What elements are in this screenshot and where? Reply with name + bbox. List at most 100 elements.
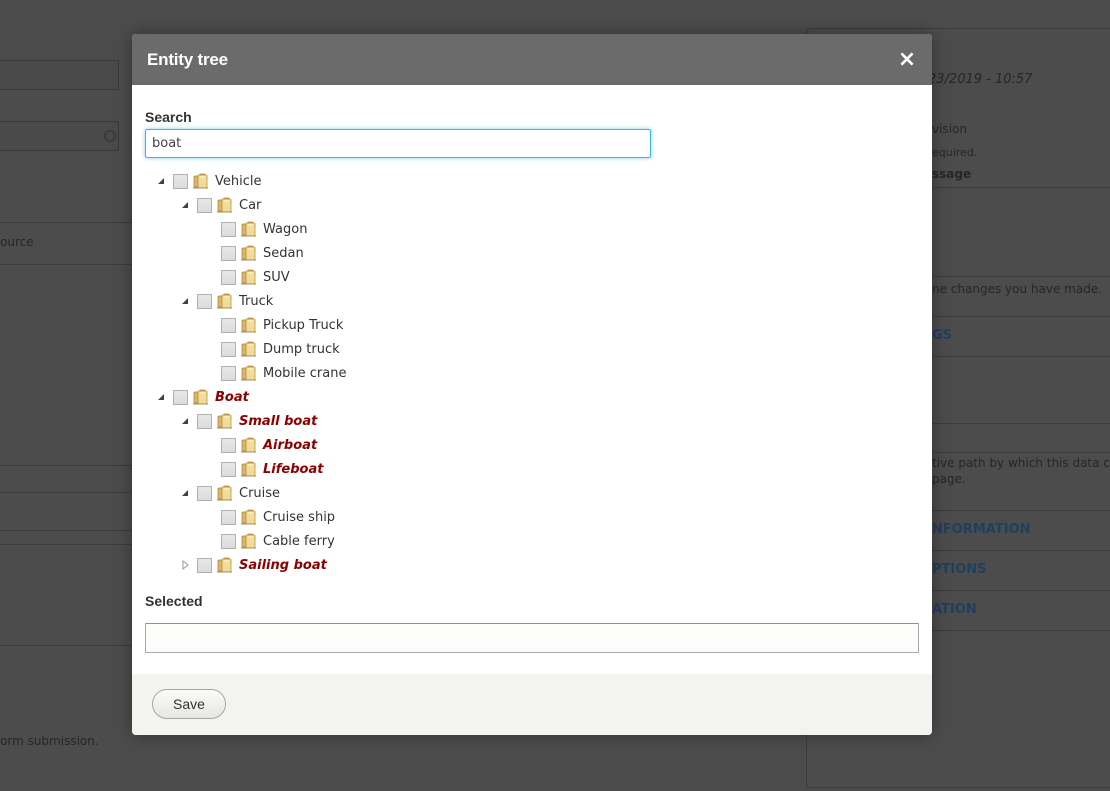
close-button[interactable]: × bbox=[897, 46, 917, 72]
bg-text-field bbox=[0, 60, 119, 90]
toggle-spacer bbox=[197, 241, 221, 265]
dialog-footer: Save bbox=[132, 674, 932, 735]
tree-node-label[interactable]: SUV bbox=[262, 269, 291, 286]
toggle-spacer bbox=[197, 337, 221, 361]
dialog-titlebar: Entity tree × bbox=[132, 34, 932, 85]
save-button[interactable]: Save bbox=[152, 689, 226, 719]
tree-node-checkbox[interactable] bbox=[221, 437, 236, 453]
bg-text-form-submission: orm submission. bbox=[0, 734, 99, 748]
tree-node: Sedan bbox=[149, 241, 919, 265]
collapse-toggle-icon[interactable] bbox=[149, 169, 173, 193]
bg-link-information: NFORMATION bbox=[932, 522, 1031, 537]
toggle-spacer bbox=[197, 529, 221, 553]
bg-throbber-icon bbox=[104, 130, 116, 142]
folder-icon bbox=[216, 196, 234, 214]
tree-node-checkbox[interactable] bbox=[221, 365, 236, 381]
tree-node-checkbox[interactable] bbox=[221, 509, 236, 525]
bg-path-note-1: tive path by which this data c bbox=[932, 456, 1110, 470]
bg-revision: vision bbox=[932, 122, 967, 136]
tree-node: Small boat bbox=[149, 409, 919, 433]
tree-node-label[interactable]: Truck bbox=[238, 293, 274, 310]
tree-node: Lifeboat bbox=[149, 457, 919, 481]
tree-node-label[interactable]: Vehicle bbox=[214, 173, 263, 190]
tree-node-checkbox[interactable] bbox=[173, 389, 188, 405]
tree-node: Cruise ship bbox=[149, 505, 919, 529]
bg-text-source: ource bbox=[0, 235, 34, 249]
collapse-toggle-icon[interactable] bbox=[173, 409, 197, 433]
tree-node-checkbox[interactable] bbox=[221, 245, 236, 261]
tree-node-checkbox[interactable] bbox=[197, 293, 212, 309]
tree-node-label[interactable]: Pickup Truck bbox=[262, 317, 344, 334]
tree-node-checkbox[interactable] bbox=[173, 173, 188, 189]
close-icon: × bbox=[897, 46, 917, 72]
tree-node: Cruise bbox=[149, 481, 919, 505]
tree-node-checkbox[interactable] bbox=[221, 269, 236, 285]
bg-autocomplete-field bbox=[0, 121, 119, 151]
tree-node-checkbox[interactable] bbox=[221, 317, 236, 333]
toggle-spacer bbox=[197, 313, 221, 337]
search-label: Search bbox=[145, 109, 192, 125]
collapse-toggle-icon[interactable] bbox=[173, 481, 197, 505]
tree-node-label[interactable]: Car bbox=[238, 197, 262, 214]
tree-node-label[interactable]: Cruise ship bbox=[262, 509, 336, 526]
tree-node: Pickup Truck bbox=[149, 313, 919, 337]
dialog-title: Entity tree bbox=[147, 49, 228, 69]
tree-node-label[interactable]: Lifeboat bbox=[262, 461, 324, 478]
tree-node-checkbox[interactable] bbox=[221, 221, 236, 237]
folder-icon bbox=[216, 412, 234, 430]
bg-required: equired. bbox=[932, 146, 978, 159]
toggle-spacer bbox=[197, 217, 221, 241]
folder-icon bbox=[216, 292, 234, 310]
folder-icon bbox=[240, 244, 258, 262]
tree-node-label[interactable]: Mobile crane bbox=[262, 365, 347, 382]
tree-node-checkbox[interactable] bbox=[197, 557, 212, 573]
tree-node-label[interactable]: Boat bbox=[214, 389, 250, 406]
tree-node: Wagon bbox=[149, 217, 919, 241]
tree-node-checkbox[interactable] bbox=[197, 485, 212, 501]
tree-node-checkbox[interactable] bbox=[221, 533, 236, 549]
tree-node-checkbox[interactable] bbox=[197, 413, 212, 429]
bg-link-ation: ATION bbox=[932, 602, 977, 617]
folder-icon bbox=[192, 172, 210, 190]
folder-icon bbox=[240, 268, 258, 286]
tree-node-checkbox[interactable] bbox=[221, 461, 236, 477]
tree-node: SUV bbox=[149, 265, 919, 289]
tree-node-label[interactable]: Sailing boat bbox=[238, 557, 328, 574]
tree-node-label[interactable]: Wagon bbox=[262, 221, 308, 238]
tree-node-label[interactable]: Small boat bbox=[238, 413, 318, 430]
tree-node-label[interactable]: Sedan bbox=[262, 245, 305, 262]
expand-toggle-icon[interactable] bbox=[173, 553, 197, 577]
bg-path-note-2: page. bbox=[932, 472, 966, 486]
folder-icon bbox=[216, 556, 234, 574]
dialog-body: Search Vehicle CarWagon Sedan SUV Truck Picku… bbox=[132, 85, 932, 653]
tree-node: Car bbox=[149, 193, 919, 217]
tree-node: Vehicle bbox=[149, 169, 919, 193]
bg-settings-link: GS bbox=[932, 328, 953, 343]
toggle-spacer bbox=[197, 265, 221, 289]
tree-node: Cable ferry bbox=[149, 529, 919, 553]
tree-node: Mobile crane bbox=[149, 361, 919, 385]
selected-items-field[interactable] bbox=[145, 623, 919, 653]
tree-node: Boat bbox=[149, 385, 919, 409]
tree-node-label[interactable]: Cruise bbox=[238, 485, 281, 502]
bg-link-options: PTIONS bbox=[932, 562, 987, 577]
tree-node: Sailing boat bbox=[149, 553, 919, 577]
tree-node: Airboat bbox=[149, 433, 919, 457]
collapse-toggle-icon[interactable] bbox=[149, 385, 173, 409]
tree-node-checkbox[interactable] bbox=[197, 197, 212, 213]
folder-icon bbox=[192, 388, 210, 406]
collapse-toggle-icon[interactable] bbox=[173, 193, 197, 217]
toggle-spacer bbox=[197, 433, 221, 457]
toggle-spacer bbox=[197, 457, 221, 481]
bg-date: 23/2019 - 10:57 bbox=[928, 72, 1033, 87]
tree-node-checkbox[interactable] bbox=[221, 341, 236, 357]
search-input[interactable] bbox=[145, 129, 651, 158]
folder-icon bbox=[216, 484, 234, 502]
tree-node-label[interactable]: Dump truck bbox=[262, 341, 341, 358]
folder-icon bbox=[240, 340, 258, 358]
collapse-toggle-icon[interactable] bbox=[173, 289, 197, 313]
tree-node-label[interactable]: Airboat bbox=[262, 437, 318, 454]
entity-tree: Vehicle Car Wagon Sedan SUV Truck Pickup Truck… bbox=[149, 169, 919, 577]
tree-node-label[interactable]: Cable ferry bbox=[262, 533, 336, 550]
folder-icon bbox=[240, 436, 258, 454]
